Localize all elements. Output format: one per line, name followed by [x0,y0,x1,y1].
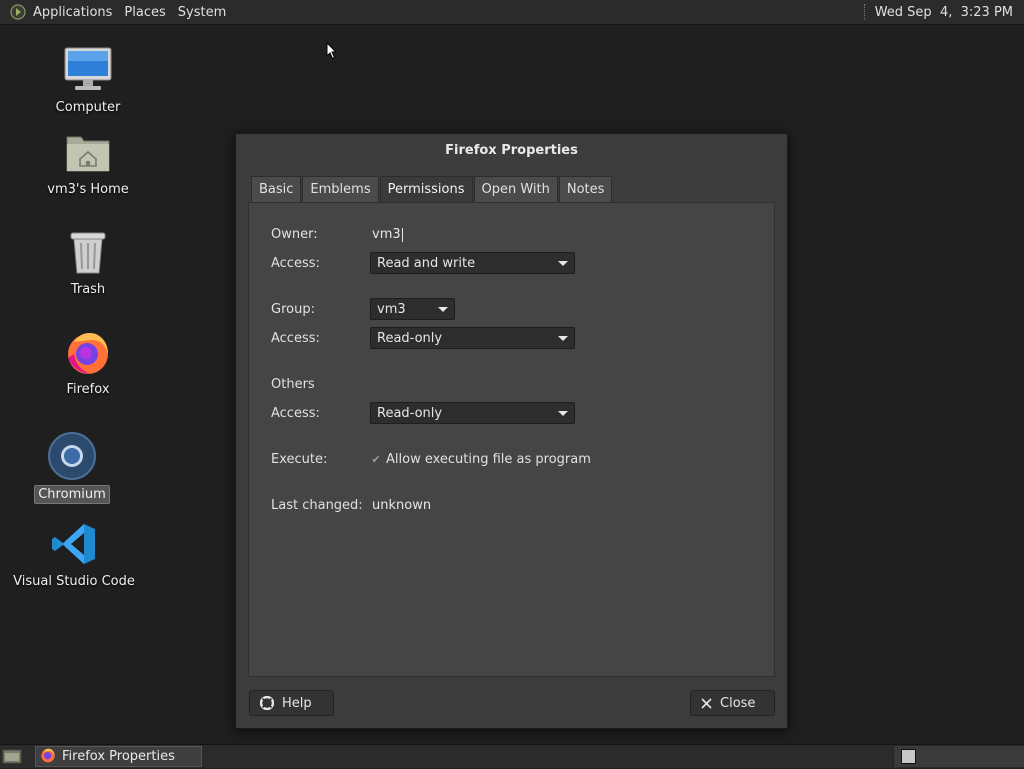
desktop-icon-trash[interactable]: Trash [33,226,143,298]
tab-notes[interactable]: Notes [558,176,613,202]
desktop-icon-label: Visual Studio Code [13,574,135,589]
chromium-icon [46,430,98,482]
desktop-icon-home[interactable]: vm3's Home [33,126,143,198]
last-changed-label: Last changed: [271,498,363,513]
group-access-dropdown[interactable]: Read-only [370,327,575,349]
last-changed-value: unknown [372,498,432,513]
others-access-dropdown[interactable]: Read-only [370,402,575,424]
desktop-icon-vscode[interactable]: Visual Studio Code [13,518,135,590]
others-label: Others [271,377,315,392]
desktop-icon-label: Trash [70,282,106,297]
menu-system[interactable]: System [175,5,235,20]
help-button[interactable]: Help [249,690,334,716]
execute-label: Execute: [271,452,328,467]
clock[interactable]: Wed Sep 4, 3:23 PM [875,5,1024,20]
owner-access-label: Access: [271,256,320,271]
permissions-panel: Owner: vm3 Access: Read and write Group:… [248,202,775,677]
tab-open-with[interactable]: Open With [473,176,558,202]
others-access-value: Read-only [377,405,443,421]
dropdown-arrow-icon [438,306,448,312]
home-folder-icon [62,126,114,178]
computer-icon [62,44,114,96]
firefox-icon [40,747,56,767]
owner-value: vm3 [372,227,401,242]
group-access-value: Read-only [377,330,443,346]
bottom-panel: Firefox Properties [0,744,1024,768]
properties-dialog: Firefox Properties Basic Emblems Permiss… [235,133,788,729]
desktop-icon-label: Chromium [34,485,110,504]
dropdown-arrow-icon [558,410,568,416]
workspace-switcher[interactable] [893,746,1024,767]
owner-access-value: Read and write [377,255,476,271]
top-panel: Applications Places System Wed Sep 4, 3:… [0,0,1024,25]
close-button[interactable]: Close [690,690,775,716]
checkmark-icon: ✔ [371,453,381,466]
close-button-label: Close [720,695,756,711]
text-caret [401,227,403,242]
firefox-icon [62,326,114,378]
dropdown-arrow-icon [558,335,568,341]
help-button-label: Help [282,695,312,711]
owner-value-field[interactable]: vm3 [372,227,403,242]
desktop-icon-firefox[interactable]: Firefox [33,326,143,398]
tab-bar: Basic Emblems Permissions Open With Note… [251,176,613,202]
menu-places[interactable]: Places [121,5,174,20]
workspace-1[interactable] [901,749,916,764]
owner-access-dropdown[interactable]: Read and write [370,252,575,274]
vscode-icon [48,518,100,570]
desktop-icon-computer[interactable]: Computer [33,44,143,116]
group-label: Group: [271,302,315,317]
group-dropdown[interactable]: vm3 [370,298,455,320]
taskbar-item-firefox-properties[interactable]: Firefox Properties [35,746,202,767]
close-icon [701,697,712,709]
mouse-pointer-icon [326,41,338,64]
show-desktop-icon[interactable] [2,748,22,765]
trash-icon [62,226,114,278]
help-icon [260,696,274,710]
execute-checkbox[interactable]: ✔ Allow executing file as program [370,452,591,467]
desktop-icon-label: Computer [55,100,121,115]
tab-emblems[interactable]: Emblems [302,176,379,202]
execute-checkbox-label: Allow executing file as program [386,452,591,467]
group-access-label: Access: [271,331,320,346]
taskbar-item-label: Firefox Properties [62,749,175,764]
dropdown-arrow-icon [558,260,568,266]
tab-basic[interactable]: Basic [251,176,302,202]
dialog-title[interactable]: Firefox Properties [236,134,787,166]
desktop-icon-label: vm3's Home [47,182,129,197]
panel-separator [863,4,867,20]
menu-applications[interactable]: Applications [30,5,121,20]
others-access-label: Access: [271,406,320,421]
tab-permissions[interactable]: Permissions [379,176,473,202]
desktop-icon-label: Firefox [66,382,110,397]
owner-label: Owner: [271,227,318,242]
desktop-icon-chromium[interactable]: Chromium [17,430,127,504]
group-value: vm3 [377,301,406,317]
distro-logo-icon[interactable] [10,4,26,20]
